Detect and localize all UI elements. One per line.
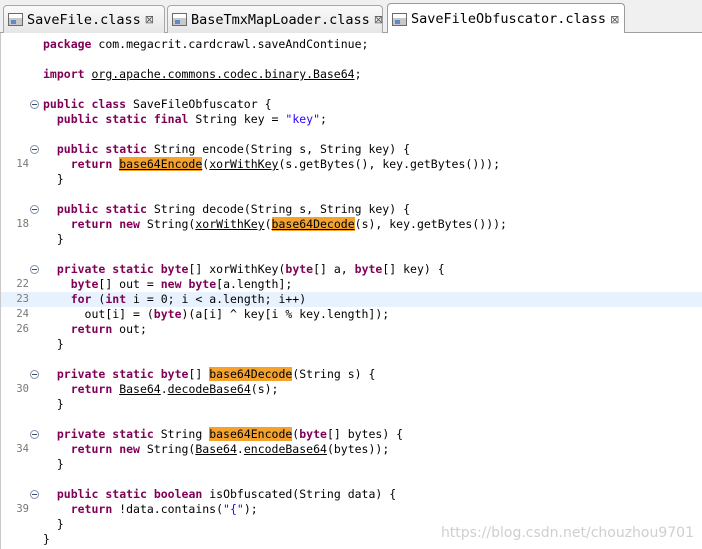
tab-savefile[interactable]: SaveFile.class ⊠: [3, 5, 165, 33]
collapse-icon[interactable]: [30, 100, 39, 109]
code-line: public static String encode(String s, St…: [1, 142, 702, 157]
code-line: private static byte[] base64Decode(Strin…: [1, 367, 702, 382]
collapse-icon[interactable]: [30, 265, 39, 274]
code-line: }: [56, 397, 64, 411]
code-line: }: [56, 172, 64, 186]
code-line: package com.megacrit.cardcrawl.saveAndCo…: [43, 37, 369, 51]
code-line: }: [56, 457, 64, 471]
code-line: public static boolean isObfuscated(Strin…: [1, 487, 702, 502]
collapse-icon[interactable]: [30, 370, 39, 379]
code-line: }: [56, 232, 64, 246]
tab-label: SaveFile.class: [27, 11, 141, 28]
code-line: 26 return out;: [16, 322, 147, 336]
search-match: base64Encode: [209, 427, 293, 441]
search-match: base64Decode: [271, 217, 355, 231]
search-match: base64Encode: [119, 157, 203, 171]
collapse-icon[interactable]: [30, 205, 39, 214]
close-icon[interactable]: ⊠: [610, 13, 619, 26]
class-file-icon: [392, 12, 407, 26]
close-icon[interactable]: ⊠: [374, 13, 383, 26]
class-file-icon: [172, 13, 187, 26]
tab-label: SaveFileObfuscator.class: [411, 11, 607, 27]
watermark: https://blog.csdn.net/chouzhou9701: [440, 525, 694, 541]
code-line: 34 return new String(Base64.encodeBase64…: [16, 442, 390, 456]
code-line: 24 out[i] = (byte)(a[i] ^ key[i % key.le…: [16, 307, 390, 321]
code-line: private static String base64Encode(byte[…: [1, 427, 702, 442]
collapse-icon[interactable]: [30, 490, 39, 499]
close-icon[interactable]: ⊠: [145, 13, 154, 26]
tab-label: BaseTmxMapLoader.class: [191, 11, 370, 28]
code-line: }: [56, 337, 64, 351]
code-line: 22 byte[] out = new byte[a.length];: [16, 277, 293, 291]
current-code-line: 23 for (int i = 0; i < a.length; i++): [1, 292, 702, 307]
code-line: 39 return !data.contains("{");: [16, 502, 258, 516]
code-line: public class SaveFileObfuscator {: [1, 97, 702, 112]
code-line: public static final String key = "key";: [56, 112, 327, 126]
collapse-icon[interactable]: [30, 145, 39, 154]
search-match: base64Decode: [209, 367, 293, 381]
code-line: 18 return new String(xorWithKey(base64De…: [16, 217, 507, 231]
collapse-icon[interactable]: [30, 430, 39, 439]
tab-basetmxmaploader[interactable]: BaseTmxMapLoader.class ⊠: [167, 5, 383, 33]
class-file-icon: [8, 13, 23, 26]
code-line: public static String decode(String s, St…: [1, 202, 702, 217]
code-editor[interactable]: package com.megacrit.cardcrawl.saveAndCo…: [0, 33, 702, 549]
code-line: private static byte[] xorWithKey(byte[] …: [1, 262, 702, 277]
code-line: 30 return Base64.decodeBase64(s);: [16, 382, 279, 396]
tab-savefileobfuscator[interactable]: SaveFileObfuscator.class ⊠: [387, 3, 625, 34]
code-line: import org.apache.commons.codec.binary.B…: [43, 67, 362, 81]
editor-tab-bar: SaveFile.class ⊠ BaseTmxMapLoader.class …: [0, 0, 702, 34]
code-line: 14 return base64Encode(xorWithKey(s.getB…: [16, 157, 501, 171]
